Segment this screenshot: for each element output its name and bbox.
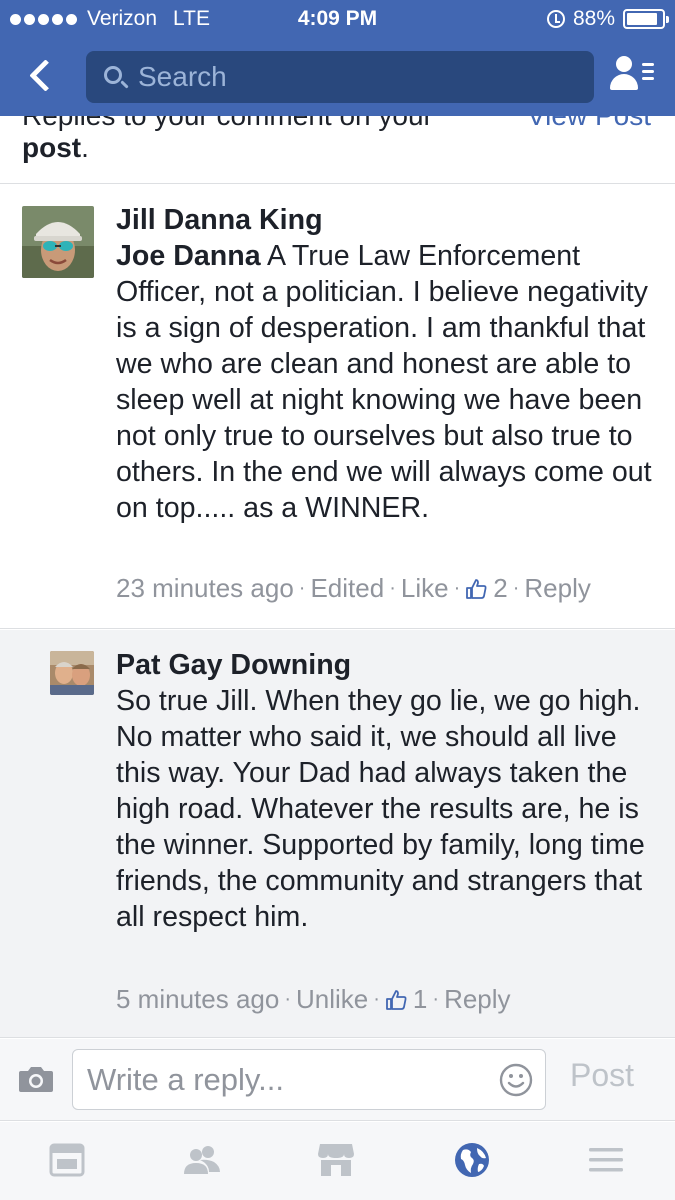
separator-dot: · [284, 988, 291, 1010]
like-button[interactable]: Like [401, 573, 449, 604]
reply-comment: Pat Gay Downing So true Jill. When they g… [0, 630, 675, 1038]
marketplace-icon[interactable] [316, 1140, 356, 1180]
tab-bar [0, 1122, 675, 1200]
post-word: post [22, 132, 82, 163]
reply-box[interactable] [72, 1049, 546, 1110]
reply-input[interactable] [87, 1050, 487, 1109]
thumbs-up-icon [385, 989, 407, 1011]
camera-icon[interactable] [18, 1065, 54, 1093]
notifications-globe-icon[interactable] [452, 1140, 492, 1180]
notification-post-word: post. [22, 132, 89, 164]
reply-button[interactable]: Reply [444, 984, 510, 1015]
comment-time[interactable]: 5 minutes ago [116, 984, 279, 1015]
separator-dot: · [432, 988, 440, 1010]
avatar[interactable] [50, 651, 94, 695]
battery-percent: 88% [572, 7, 615, 30]
comment-body: Pat Gay Downing So true Jill. When they g… [116, 647, 664, 935]
comment-text: A True Law Enforcement Officer, not a po… [116, 240, 652, 524]
notification-text: Replies to your comment on your [22, 116, 433, 132]
period: . [81, 132, 89, 163]
comment: Jill Danna King Joe Danna A True Law Enfo… [0, 185, 675, 629]
separator-dot: · [512, 577, 520, 599]
separator-dot: · [298, 577, 306, 599]
alarm-icon [546, 10, 565, 28]
avatar[interactable] [22, 206, 94, 278]
comment-meta: 5 minutes ago · Unlike · 1 · Reply [116, 984, 511, 1015]
like-count[interactable]: 1 [413, 984, 427, 1015]
unlike-button[interactable]: Unlike [296, 984, 368, 1015]
search-icon [104, 66, 122, 84]
top-bar: Verizon LTE 4:09 PM 88% [0, 0, 675, 116]
friend-requests-icon[interactable] [182, 1140, 222, 1180]
separator-dot: · [373, 988, 380, 1010]
separator-dot: · [453, 577, 461, 599]
chevron-left-icon[interactable] [24, 55, 64, 97]
smiley-icon[interactable] [499, 1063, 533, 1097]
search-bar[interactable] [86, 51, 594, 103]
comment-text: So true Jill. When they go lie, we go hi… [116, 685, 645, 933]
news-feed-icon[interactable] [48, 1140, 88, 1180]
menu-icon[interactable] [586, 1140, 626, 1180]
like-count[interactable]: 2 [493, 573, 507, 604]
separator-dot: · [389, 577, 396, 599]
post-button[interactable]: Post [570, 1057, 634, 1094]
reply-button[interactable]: Reply [524, 573, 590, 604]
status-right: 88% [546, 7, 669, 31]
notification-header[interactable]: Replies to your comment on your View Pos… [0, 116, 675, 184]
search-input[interactable] [138, 51, 578, 103]
comment-body: Jill Danna King Joe Danna A True Law Enfo… [116, 202, 664, 526]
comment-time[interactable]: 23 minutes ago [116, 573, 294, 604]
comment-meta: 23 minutes ago · Edited · Like · 2 · Rep… [116, 573, 591, 604]
thumbs-up-icon [465, 578, 487, 600]
status-bar: Verizon LTE 4:09 PM 88% [0, 0, 675, 38]
comment-author[interactable]: Jill Danna King [116, 202, 664, 238]
edited-label[interactable]: Edited [310, 573, 384, 604]
tagged-user[interactable]: Joe Danna [116, 240, 261, 272]
view-post-link[interactable]: View Post [527, 116, 651, 132]
friends-list-icon[interactable] [608, 53, 658, 99]
reply-composer: Post [0, 1039, 675, 1121]
comment-author[interactable]: Pat Gay Downing [116, 647, 664, 683]
navigation-bar [0, 45, 675, 107]
battery-icon [623, 9, 669, 29]
